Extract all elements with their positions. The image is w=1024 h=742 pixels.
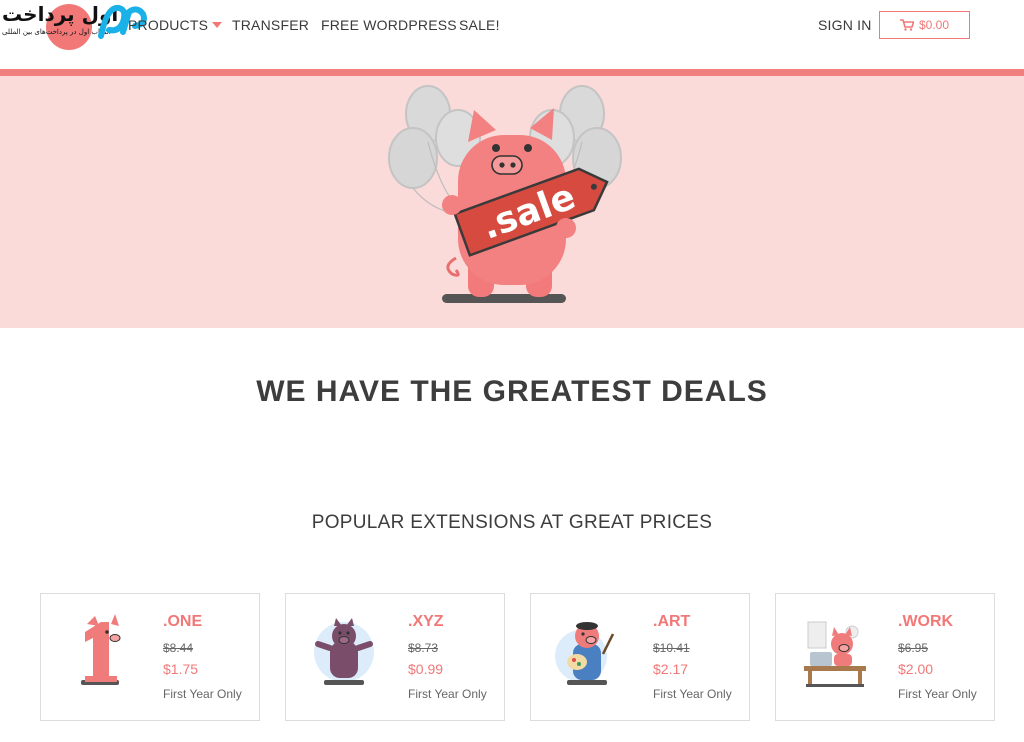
sign-in-link[interactable]: SIGN IN (818, 17, 872, 33)
extension-name: .XYZ (408, 613, 444, 630)
extension-card-xyz[interactable]: .XYZ $8.73 $0.99 First Year Only (285, 593, 505, 721)
sale-pig-illustration: .sale (388, 85, 622, 303)
old-price: $6.95 (898, 641, 929, 655)
page-title: WE HAVE THE GREATEST DEALS (256, 375, 768, 408)
pig-artist-icon (555, 622, 615, 685)
pig-number-one-icon (81, 614, 121, 685)
cart-total: $0.00 (918, 18, 950, 32)
section-subtitle: POPULAR EXTENSIONS AT GREAT PRICES (311, 512, 713, 533)
extension-card-art[interactable]: .ART $10.41 $2.17 First Year Only (530, 593, 750, 721)
new-price: $2.00 (898, 661, 934, 677)
price-note: First Year Only (408, 687, 487, 701)
extension-card-work[interactable]: .WORK $6.95 $2.00 First Year Only (775, 593, 995, 721)
site-header: اول پرداخت انتخاب اول در پرداخت‌های بین … (0, 0, 1024, 69)
nav-products-label: PRODUCTS (128, 17, 209, 33)
price-note: First Year Only (653, 687, 732, 701)
chevron-down-icon (212, 22, 223, 28)
nav-free-wordpress[interactable]: FREE WORDPRESS (321, 17, 457, 33)
new-price: $2.17 (653, 661, 689, 677)
hero-banner: .sale (0, 76, 1024, 328)
old-price: $8.73 (408, 641, 439, 655)
logo-tagline: انتخاب اول در پرداخت‌های بین المللی (2, 28, 111, 36)
nav-sale[interactable]: SALE! (459, 17, 500, 33)
new-price: $1.75 (163, 661, 199, 677)
pig-xyz-icon (314, 618, 374, 685)
old-price: $10.41 (653, 641, 690, 655)
new-price: $0.99 (408, 661, 444, 677)
price-note: First Year Only (163, 687, 242, 701)
extension-name: .ONE (163, 613, 203, 630)
extension-name: .WORK (898, 613, 954, 630)
header-accent-bar (0, 69, 1024, 76)
old-price: $8.44 (163, 641, 194, 655)
nav-products[interactable]: PRODUCTS (128, 17, 223, 33)
cart-button[interactable]: $0.00 (879, 11, 970, 39)
extension-card-one[interactable]: .ONE $8.44 $1.75 First Year Only (40, 593, 260, 721)
pig-desk-icon (804, 621, 866, 687)
extension-name: .ART (653, 613, 691, 630)
cart-icon (899, 19, 914, 31)
nav-transfer[interactable]: TRANSFER (232, 17, 309, 33)
price-note: First Year Only (898, 687, 977, 701)
